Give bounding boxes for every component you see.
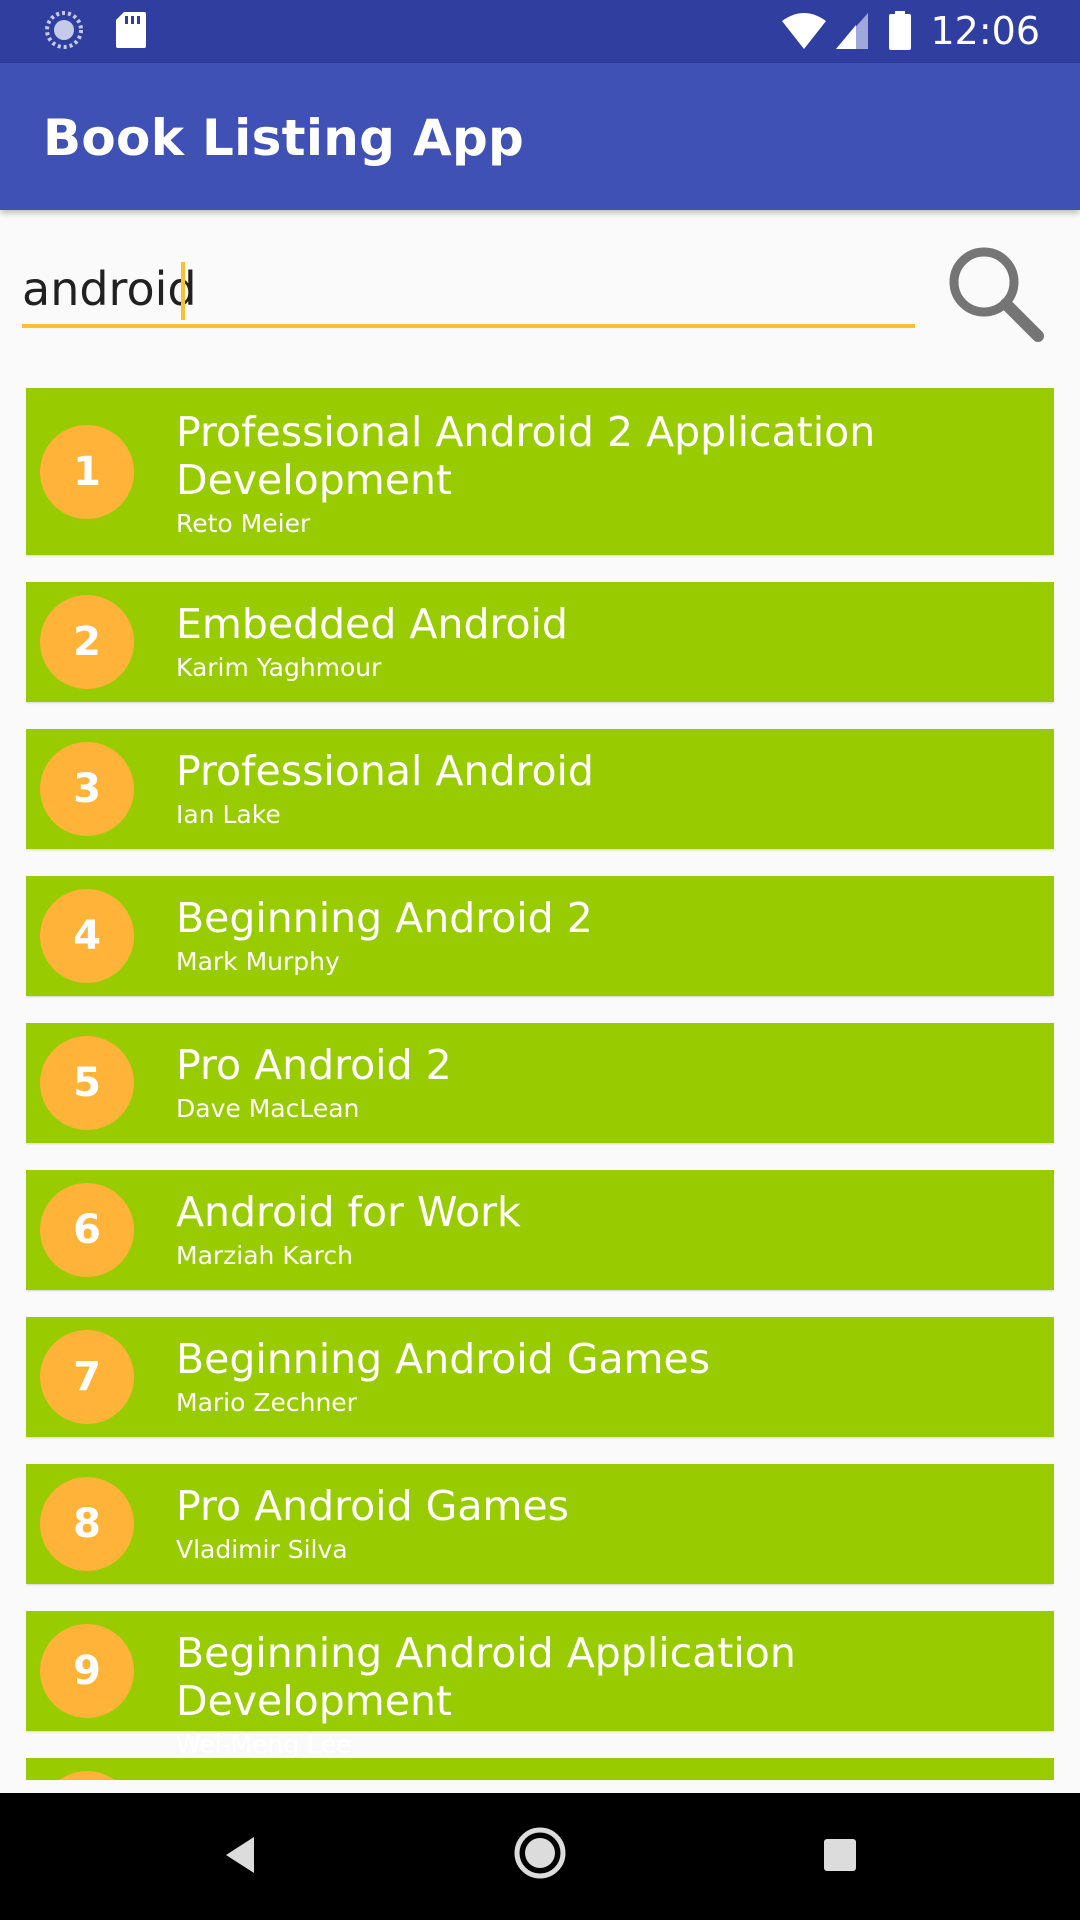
home-button[interactable] [506, 1819, 574, 1887]
book-author: Mario Zechner [176, 1388, 357, 1417]
book-list-item[interactable]: 8 Pro Android Games Vladimir Silva [26, 1464, 1054, 1584]
back-icon [226, 1837, 254, 1873]
text-cursor [181, 262, 185, 320]
book-title: Beginning Android Application Developmen… [176, 1629, 796, 1725]
search-row [0, 210, 1080, 360]
rank-badge: 8 [40, 1477, 134, 1571]
book-text: Beginning Android 2 Mark Murphy [176, 894, 1034, 978]
rank-badge: 9 [40, 1624, 134, 1718]
app-bar: Book Listing App [0, 63, 1080, 210]
wifi-icon [782, 13, 827, 49]
book-text: Beginning Android Games Mario Zechner [176, 1335, 1034, 1419]
book-list-item[interactable] [26, 1758, 1054, 1780]
book-title: Pro Android Games [176, 1482, 570, 1530]
rank-badge: 6 [40, 1183, 134, 1277]
status-left-icons [44, 10, 148, 50]
book-text: Pro Android Games Vladimir Silva [176, 1482, 1034, 1566]
sync-icon [45, 11, 83, 49]
book-title: Beginning Android 2 [176, 894, 593, 942]
book-author: Vladimir Silva [176, 1535, 348, 1564]
book-author: Reto Meier [176, 509, 311, 538]
search-input[interactable] [22, 254, 915, 328]
home-icon [514, 1827, 566, 1879]
book-list-item[interactable]: 9 Beginning Android Application Developm… [26, 1611, 1054, 1759]
rank-badge: 7 [40, 1330, 134, 1424]
signal-icon [836, 13, 869, 49]
book-title: Pro Android 2 [176, 1041, 452, 1089]
rank-badge: 5 [40, 1036, 134, 1130]
rank-badge [40, 1771, 134, 1780]
navigation-bar [0, 1793, 1080, 1920]
book-list-item[interactable]: 2 Embedded Android Karim Yaghmour [26, 582, 1054, 702]
book-text: Professional Android Ian Lake [176, 747, 1034, 831]
book-list-item[interactable]: 7 Beginning Android Games Mario Zechner [26, 1317, 1054, 1437]
book-list-item[interactable]: 1 Professional Android 2 Application Dev… [26, 388, 1054, 555]
book-list-item[interactable]: 4 Beginning Android 2 Mark Murphy [26, 876, 1054, 996]
rank-badge: 2 [40, 595, 134, 689]
back-button[interactable] [210, 1823, 274, 1887]
app-title: Book Listing App [43, 109, 525, 167]
book-author: Karim Yaghmour [176, 653, 382, 682]
book-title: Android for Work [176, 1188, 521, 1236]
battery-icon [889, 11, 912, 50]
sd-card-icon [116, 12, 146, 48]
book-author: Ian Lake [176, 800, 281, 829]
recents-icon [824, 1839, 856, 1871]
book-author: Wei-Meng Lee [176, 1730, 352, 1759]
book-author: Mark Murphy [176, 947, 340, 976]
book-list-item[interactable]: 3 Professional Android Ian Lake [26, 729, 1054, 849]
rank-badge: 1 [40, 425, 134, 519]
search-button[interactable] [938, 238, 1050, 350]
book-text: Embedded Android Karim Yaghmour [176, 600, 1034, 684]
book-text: Beginning Android Application Developmen… [176, 1629, 1034, 1761]
book-title: Beginning Android Games [176, 1335, 711, 1383]
rank-badge: 3 [40, 742, 134, 836]
book-title: Professional Android [176, 747, 594, 795]
book-title: Professional Android 2 Application Devel… [176, 408, 876, 504]
search-icon [949, 247, 1044, 342]
book-text: Android for Work Marziah Karch [176, 1188, 1034, 1272]
book-list[interactable]: 1 Professional Android 2 Application Dev… [26, 388, 1054, 1780]
book-text: Professional Android 2 Application Devel… [176, 408, 1034, 540]
recents-button[interactable] [808, 1823, 872, 1887]
book-list-item[interactable]: 6 Android for Work Marziah Karch [26, 1170, 1054, 1290]
status-right-icons: 12:06 [780, 8, 1040, 54]
book-text: Pro Android 2 Dave MacLean [176, 1041, 1034, 1125]
status-time: 12:06 [930, 9, 1040, 53]
book-list-item[interactable]: 5 Pro Android 2 Dave MacLean [26, 1023, 1054, 1143]
status-bar: 12:06 [0, 0, 1080, 63]
book-author: Dave MacLean [176, 1094, 360, 1123]
book-title: Embedded Android [176, 600, 568, 648]
book-author: Marziah Karch [176, 1241, 353, 1270]
rank-badge: 4 [40, 889, 134, 983]
